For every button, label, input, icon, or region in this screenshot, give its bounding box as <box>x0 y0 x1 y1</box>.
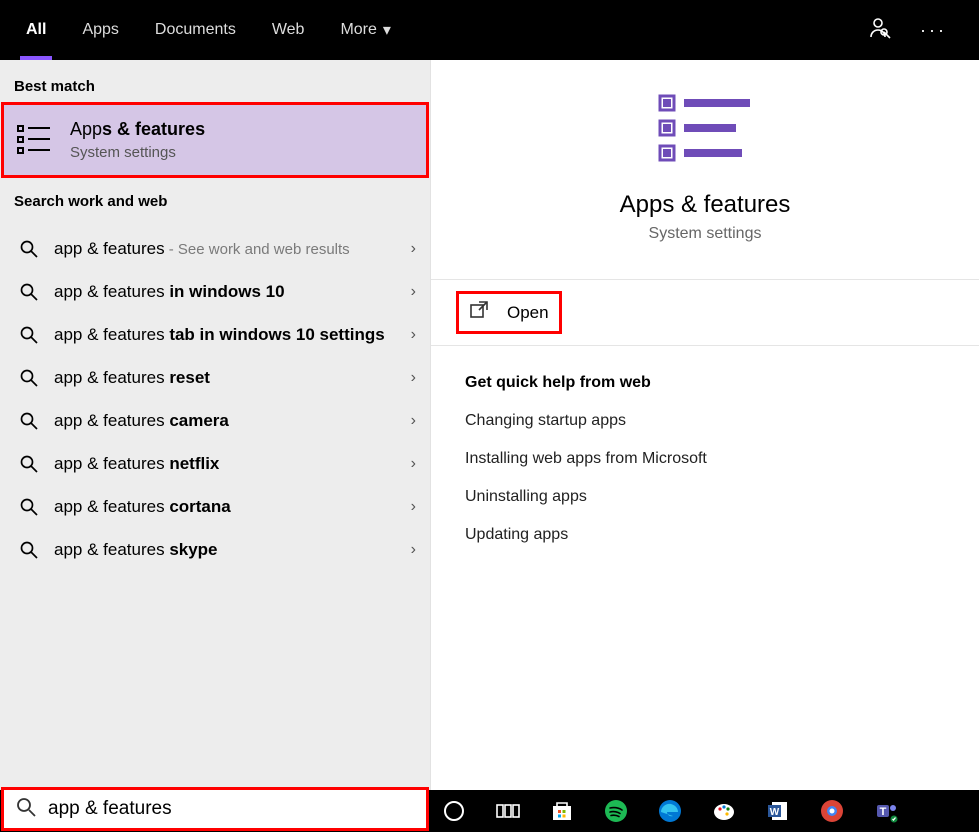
chevron-right-icon: › <box>411 498 416 516</box>
detail-panel: Apps & features System settings Open Get… <box>430 60 979 790</box>
paint-icon[interactable] <box>710 797 738 825</box>
search-icon <box>18 240 40 258</box>
search-work-web-label: Search work and web <box>0 175 430 220</box>
help-link[interactable]: Changing startup apps <box>465 412 945 430</box>
search-filter-tabs: All Apps Documents Web More▾ ··· <box>0 0 979 60</box>
web-result[interactable]: app & features netflix › <box>0 443 430 486</box>
tab-web[interactable]: Web <box>254 0 323 60</box>
apps-features-icon <box>16 122 52 158</box>
task-view-icon[interactable] <box>494 797 522 825</box>
help-link[interactable]: Updating apps <box>465 526 945 544</box>
web-result[interactable]: app & features camera › <box>0 400 430 443</box>
search-icon <box>18 541 40 559</box>
svg-text:T: T <box>880 806 887 818</box>
best-match-subtitle: System settings <box>70 144 205 161</box>
user-icon[interactable] <box>868 16 892 45</box>
cortana-icon[interactable] <box>440 797 468 825</box>
help-link[interactable]: Installing web apps from Microsoft <box>465 450 945 468</box>
chevron-right-icon: › <box>411 283 416 301</box>
best-match-label: Best match <box>0 60 430 105</box>
word-icon[interactable]: W <box>764 797 792 825</box>
more-icon[interactable]: ··· <box>920 20 947 41</box>
chevron-right-icon: › <box>411 541 416 559</box>
search-icon <box>18 455 40 473</box>
web-result[interactable]: app & features in windows 10 › <box>0 271 430 314</box>
tab-more[interactable]: More▾ <box>322 0 408 60</box>
best-match-result[interactable]: Apps & features System settings <box>4 105 426 175</box>
search-icon <box>16 797 36 822</box>
tab-documents[interactable]: Documents <box>137 0 254 60</box>
teams-icon[interactable]: T <box>872 797 900 825</box>
chevron-right-icon: › <box>411 326 416 344</box>
tab-all[interactable]: All <box>8 0 64 60</box>
search-icon <box>18 369 40 387</box>
chevron-right-icon: › <box>411 240 416 258</box>
edge-icon[interactable] <box>656 797 684 825</box>
web-result[interactable]: app & features reset › <box>0 357 430 400</box>
open-icon <box>469 300 489 325</box>
web-result[interactable]: app & features tab in windows 10 setting… <box>0 314 430 357</box>
web-result[interactable]: app & features skype › <box>0 529 430 572</box>
open-label: Open <box>507 303 549 323</box>
chevron-right-icon: › <box>411 455 416 473</box>
detail-title: Apps & features <box>431 191 979 219</box>
help-section-title: Get quick help from web <box>465 374 945 392</box>
search-icon <box>18 412 40 430</box>
tab-apps[interactable]: Apps <box>64 0 136 60</box>
search-icon <box>18 326 40 344</box>
svg-text:W: W <box>770 807 780 818</box>
microsoft-store-icon[interactable] <box>548 797 576 825</box>
chevron-down-icon: ▾ <box>383 20 391 40</box>
spotify-icon[interactable] <box>602 797 630 825</box>
results-panel: Best match Apps & features System settin… <box>0 60 430 790</box>
web-result[interactable]: app & features - See work and web result… <box>0 228 430 271</box>
web-result[interactable]: app & features cortana › <box>0 486 430 529</box>
search-input[interactable] <box>48 798 414 820</box>
chrome-icon[interactable] <box>818 797 846 825</box>
apps-features-large-icon <box>431 88 979 173</box>
chevron-right-icon: › <box>411 412 416 430</box>
search-icon <box>18 283 40 301</box>
chevron-right-icon: › <box>411 369 416 387</box>
open-button[interactable]: Open <box>459 294 559 331</box>
taskbar-search-box[interactable] <box>4 790 426 828</box>
search-icon <box>18 498 40 516</box>
help-link[interactable]: Uninstalling apps <box>465 488 945 506</box>
detail-subtitle: System settings <box>431 225 979 243</box>
